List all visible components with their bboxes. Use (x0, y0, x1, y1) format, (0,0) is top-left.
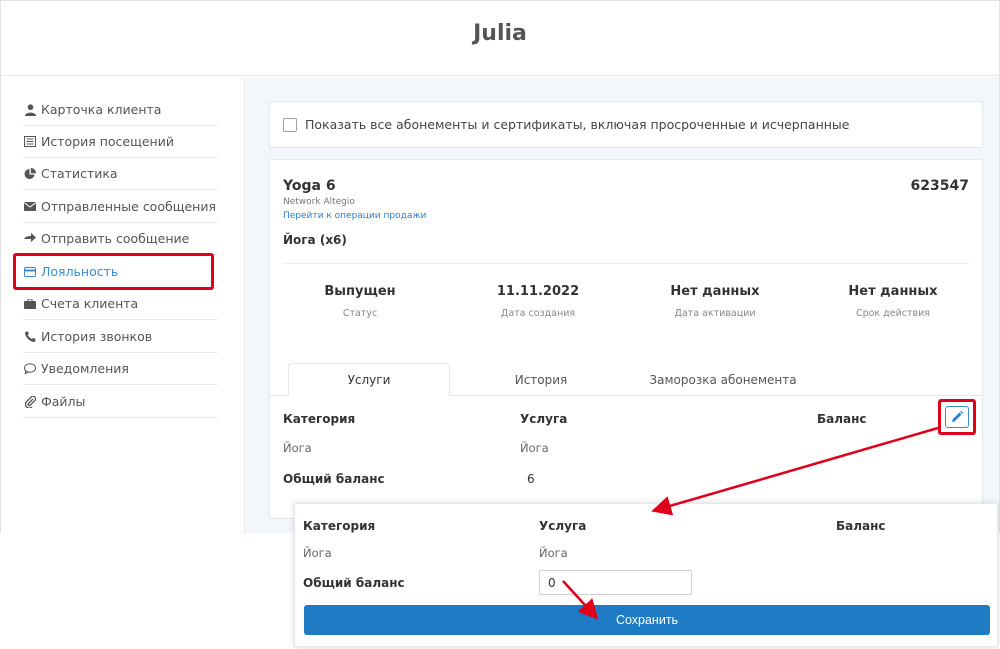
total-balance-label: Общий баланс (283, 472, 385, 486)
show-all-checkbox[interactable] (283, 118, 297, 132)
sidebar-item-sent-messages[interactable]: Отправленные сообщения (23, 191, 218, 223)
total-balance-input[interactable] (539, 570, 692, 595)
column-header-category: Категория (283, 412, 356, 426)
sidebar-item-label: Счета клиента (41, 296, 139, 311)
sidebar-item-notifications[interactable]: Уведомления (23, 353, 218, 385)
subscription-card: Yoga 6 623547 Network Altegio Перейти к … (269, 159, 983, 519)
sidebar-item-call-history[interactable]: История звонков (23, 321, 218, 353)
cell-category: Йога (283, 441, 312, 455)
popup-cell-service: Йога (539, 546, 568, 560)
sidebar-item-label: Карточка клиента (41, 102, 162, 117)
sidebar-item-label: Файлы (41, 394, 86, 409)
stat-value: 11.11.2022 (496, 284, 580, 299)
briefcase-icon (23, 297, 37, 311)
stat-expiry: Нет данных Срок действия (813, 284, 973, 319)
popup-header-balance: Баланс (836, 519, 886, 533)
sidebar-item-label: История звонков (41, 329, 153, 344)
divider (283, 263, 969, 264)
popup-header-category: Категория (303, 519, 376, 533)
sidebar-item-visit-history[interactable]: История посещений (23, 126, 218, 158)
show-all-checkbox-label[interactable]: Показать все абонементы и сертификаты, в… (305, 117, 849, 132)
column-header-service: Услуга (520, 412, 568, 426)
user-icon (23, 103, 37, 117)
phone-icon (23, 330, 37, 344)
loyalty-highlight (13, 253, 214, 290)
tab-freeze[interactable]: Заморозка абонемента (628, 363, 818, 396)
stat-label: Срок действия (855, 308, 931, 319)
stat-status: Выпущен Статус (280, 284, 440, 319)
subscription-number: 623547 (910, 178, 969, 194)
sidebar-item-label: Статистика (41, 166, 118, 181)
cell-service: Йога (520, 441, 549, 455)
stat-created: 11.11.2022 Дата создания (458, 284, 618, 319)
stat-label: Дата активации (674, 308, 756, 319)
sidebar-item-label: Отправить сообщение (41, 231, 190, 246)
sidebar-item-label: Уведомления (41, 361, 129, 376)
comment-icon (23, 362, 37, 376)
list-icon (23, 135, 37, 149)
tab-history[interactable]: История (460, 363, 622, 396)
stat-value: Нет данных (848, 284, 938, 299)
edit-balance-popup: Категория Услуга Баланс Йога Йога Общий … (294, 503, 998, 647)
sidebar-item-label: Отправленные сообщения (41, 199, 216, 214)
sidebar-item-label: История посещений (41, 134, 174, 149)
send-icon (23, 232, 37, 246)
sidebar-item-files[interactable]: Файлы (23, 386, 218, 418)
popup-cell-category: Йога (303, 546, 332, 560)
filter-card: Показать все абонементы и сертификаты, в… (269, 101, 983, 148)
page-title: Julia (473, 21, 527, 46)
sidebar-item-send-message[interactable]: Отправить сообщение (23, 223, 218, 255)
popup-total-label: Общий баланс (303, 576, 405, 590)
envelope-icon (23, 200, 37, 214)
tab-services[interactable]: Услуги (288, 363, 450, 396)
sidebar-item-client-card[interactable]: Карточка клиента (23, 94, 218, 126)
stat-label: Статус (342, 308, 378, 319)
sidebar-item-statistics[interactable]: Статистика (23, 158, 218, 190)
sidebar-item-client-accounts[interactable]: Счета клиента (23, 288, 218, 320)
subscription-name: Йога (х6) (283, 233, 347, 247)
stat-activation: Нет данных Дата активации (635, 284, 795, 319)
column-header-balance: Баланс (817, 412, 867, 426)
sidebar: Карточка клиента История посещений Стати… (1, 77, 245, 533)
sale-operation-link[interactable]: Перейти к операции продажи (283, 211, 426, 221)
subscription-title: Yoga 6 (283, 178, 336, 194)
main-content: Показать все абонементы и сертификаты, в… (246, 77, 999, 533)
save-button[interactable]: Сохранить (304, 605, 990, 635)
stat-label: Дата создания (500, 308, 576, 319)
stat-value: Нет данных (670, 284, 760, 299)
total-balance-value: 6 (527, 472, 535, 486)
subscription-network: Network Altegio (283, 197, 355, 207)
edit-button-highlight (938, 399, 976, 435)
pie-chart-icon (23, 167, 37, 181)
stat-value: Выпущен (324, 284, 396, 299)
paperclip-icon (23, 395, 37, 409)
popup-header-service: Услуга (539, 519, 587, 533)
page-header: Julia (1, 1, 999, 76)
